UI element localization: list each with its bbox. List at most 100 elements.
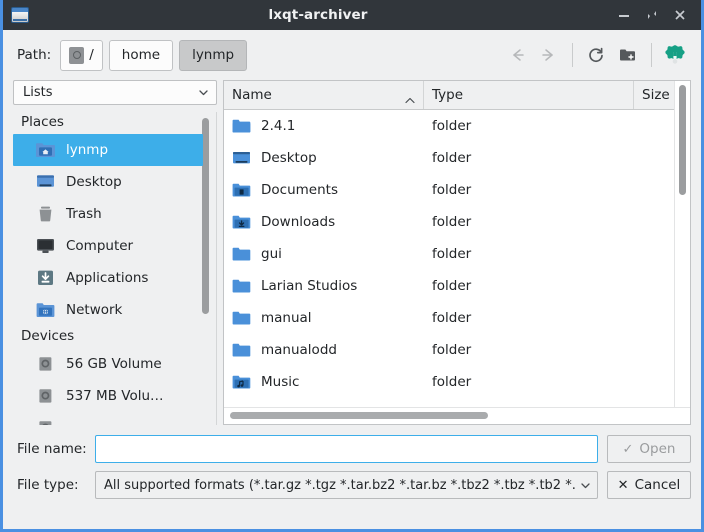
table-row[interactable]: Music folder bbox=[224, 366, 674, 398]
file-name-label: File name: bbox=[17, 441, 95, 457]
sidebar-item-label: 537 MB Volu… bbox=[66, 388, 164, 404]
file-list-vertical-scrollbar[interactable] bbox=[674, 81, 690, 407]
file-type: folder bbox=[424, 214, 634, 230]
table-row[interactable]: gui folder bbox=[224, 238, 674, 270]
file-name-cell: 2.4.1 bbox=[224, 118, 424, 134]
maximize-button[interactable] bbox=[645, 8, 659, 22]
file-list-horizontal-scrollbar[interactable] bbox=[224, 407, 690, 424]
sidebar-item-label: Trash bbox=[66, 206, 102, 222]
sidebar-item-computer[interactable]: Computer bbox=[13, 230, 217, 262]
reload-icon[interactable] bbox=[580, 39, 612, 71]
sidebar-item-label: Network bbox=[66, 302, 122, 318]
column-header-size[interactable]: Size bbox=[634, 81, 678, 109]
file-name: Downloads bbox=[261, 214, 335, 230]
sidebar-item-label: 56 GB Volume bbox=[66, 356, 162, 372]
music-folder-icon bbox=[232, 374, 251, 390]
column-header-size-label: Size bbox=[642, 87, 670, 103]
devices-group-title: Devices bbox=[13, 326, 217, 348]
sidebar-item-desktop[interactable]: Desktop bbox=[13, 166, 217, 198]
file-type: folder bbox=[424, 118, 634, 134]
sidebar-item-applications[interactable]: Applications bbox=[13, 262, 217, 294]
file-name: Music bbox=[261, 374, 299, 390]
breadcrumb-root[interactable]: / bbox=[60, 40, 103, 71]
sidebar-item-lynmp[interactable]: lynmp bbox=[13, 134, 203, 166]
view-selector[interactable]: Lists bbox=[13, 80, 217, 105]
table-row[interactable]: Larian Studios folder bbox=[224, 270, 674, 302]
file-type-label: File type: bbox=[17, 477, 95, 493]
table-row[interactable]: manual folder bbox=[224, 302, 674, 334]
vertical-scroll-thumb[interactable] bbox=[679, 85, 686, 195]
archiver-icon[interactable] bbox=[659, 39, 691, 71]
file-name-cell: gui bbox=[224, 246, 424, 262]
computer-icon bbox=[35, 236, 56, 255]
file-name-cell: Downloads bbox=[224, 214, 424, 230]
file-list-panel: Name Type Size bbox=[223, 80, 691, 425]
sidebar-item-label: lynmp bbox=[66, 142, 108, 158]
minimize-button[interactable] bbox=[617, 8, 631, 22]
drive-icon bbox=[69, 47, 84, 64]
file-name-input[interactable] bbox=[95, 435, 598, 463]
table-row[interactable]: 2.4.1 folder bbox=[224, 110, 674, 142]
drive-icon bbox=[35, 354, 56, 373]
forward-icon[interactable] bbox=[533, 39, 565, 71]
breadcrumb-lynmp-label: lynmp bbox=[192, 47, 234, 63]
trash-icon bbox=[35, 204, 56, 223]
sidebar-item-partial[interactable] bbox=[13, 412, 217, 425]
breadcrumb-root-label: / bbox=[89, 47, 94, 63]
file-type: folder bbox=[424, 150, 634, 166]
sidebar-item-trash[interactable]: Trash bbox=[13, 198, 217, 230]
path-label: Path: bbox=[17, 47, 51, 63]
check-icon: ✓ bbox=[623, 443, 634, 456]
file-name: Documents bbox=[261, 182, 338, 198]
file-name-cell: Documents bbox=[224, 182, 424, 198]
sidebar-item-network[interactable]: Network bbox=[13, 294, 217, 326]
file-name-cell: Desktop bbox=[224, 150, 424, 166]
network-folder-icon bbox=[35, 300, 56, 319]
desktop-icon bbox=[35, 172, 56, 191]
toolbar-separator-1 bbox=[572, 43, 573, 67]
column-header-name[interactable]: Name bbox=[224, 81, 424, 109]
sidebar: Lists Places bbox=[13, 80, 217, 425]
documents-folder-icon bbox=[232, 182, 251, 198]
sidebar-item-volume-56gb[interactable]: 56 GB Volume bbox=[13, 348, 217, 380]
folder-icon bbox=[232, 310, 251, 326]
drive-icon bbox=[35, 418, 56, 425]
file-name: manual bbox=[261, 310, 312, 326]
breadcrumb-home[interactable]: home bbox=[109, 40, 173, 71]
file-type: folder bbox=[424, 246, 634, 262]
file-type: folder bbox=[424, 374, 634, 390]
cancel-button[interactable]: ✕ Cancel bbox=[607, 471, 691, 499]
table-row[interactable]: Documents folder bbox=[224, 174, 674, 206]
archive-window-icon bbox=[11, 7, 29, 23]
file-type-select[interactable]: All supported formats (*.tar.gz *.tgz *.… bbox=[95, 471, 598, 499]
chevron-down-icon bbox=[198, 87, 209, 98]
breadcrumb-lynmp[interactable]: lynmp bbox=[179, 40, 247, 71]
open-button[interactable]: ✓ Open bbox=[607, 435, 691, 463]
folder-icon bbox=[232, 278, 251, 294]
sidebar-item-label: Applications bbox=[66, 270, 148, 286]
folder-icon bbox=[232, 342, 251, 358]
close-icon: ✕ bbox=[618, 479, 629, 492]
new-folder-icon[interactable] bbox=[612, 39, 644, 71]
file-dialog-window: lxqt-archiver Path: / home lynmp bbox=[0, 0, 704, 532]
table-row-partial[interactable] bbox=[224, 398, 674, 407]
file-name-cell: manualodd bbox=[224, 342, 424, 358]
dialog-footer: File name: ✓ Open File type: All support… bbox=[3, 425, 701, 509]
file-type-value: All supported formats (*.tar.gz *.tgz *.… bbox=[104, 478, 580, 493]
table-row[interactable]: Downloads folder bbox=[224, 206, 674, 238]
column-header-type[interactable]: Type bbox=[424, 81, 634, 109]
column-header-name-label: Name bbox=[232, 87, 272, 103]
horizontal-scroll-thumb[interactable] bbox=[230, 412, 488, 419]
sidebar-item-volume-537mb[interactable]: 537 MB Volu… bbox=[13, 380, 217, 412]
close-button[interactable] bbox=[673, 8, 687, 22]
file-type: folder bbox=[424, 182, 634, 198]
file-table: Name Type Size bbox=[224, 81, 690, 407]
window-controls bbox=[617, 8, 695, 22]
table-row[interactable]: manualodd folder bbox=[224, 334, 674, 366]
table-row[interactable]: Desktop folder bbox=[224, 142, 674, 174]
file-name: manualodd bbox=[261, 342, 337, 358]
file-name-cell: Larian Studios bbox=[224, 278, 424, 294]
file-table-header: Name Type Size bbox=[224, 81, 674, 110]
file-type-row: File type: All supported formats (*.tar.… bbox=[17, 471, 691, 499]
back-icon[interactable] bbox=[501, 39, 533, 71]
